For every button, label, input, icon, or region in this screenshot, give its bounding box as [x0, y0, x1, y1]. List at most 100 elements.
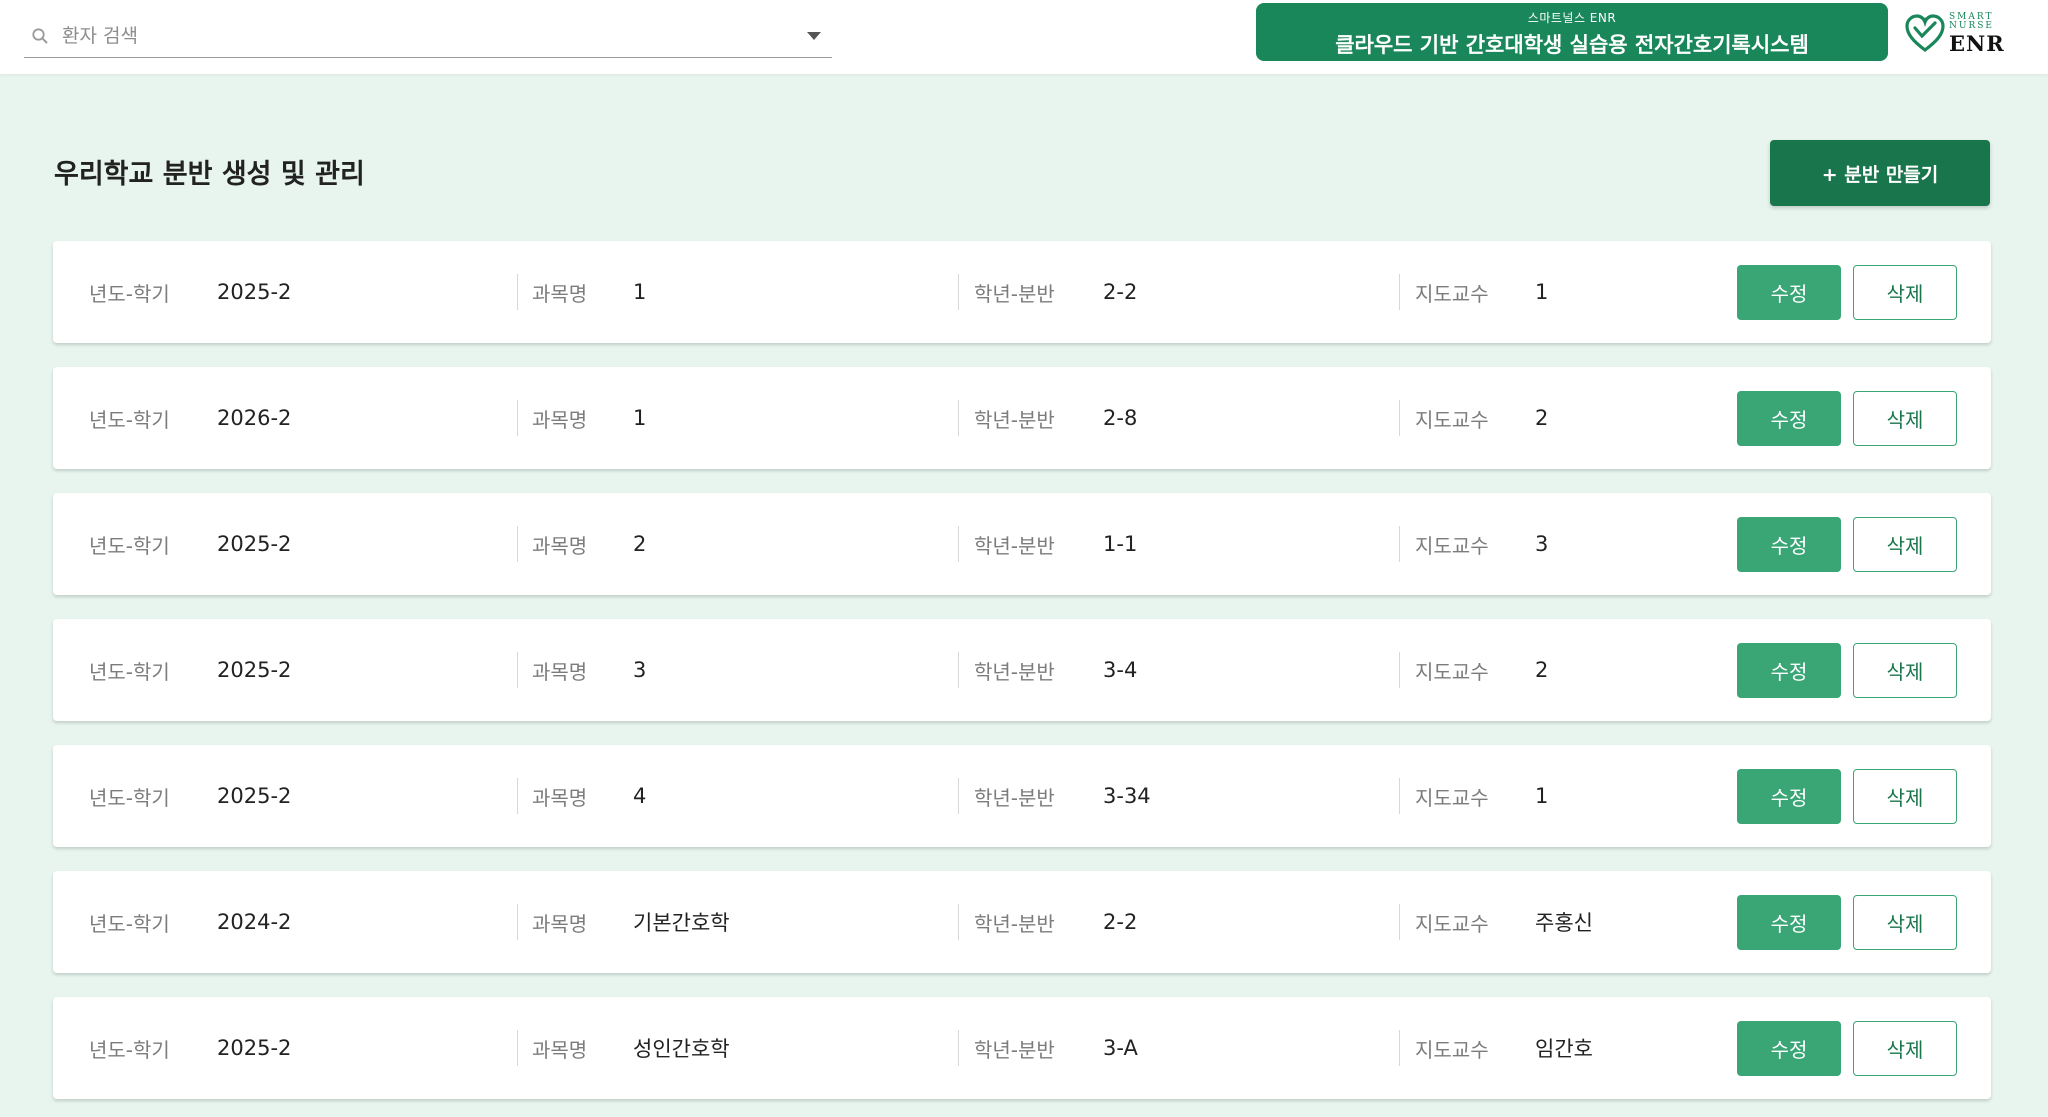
divider — [1399, 400, 1400, 436]
delete-button[interactable]: 삭제 — [1853, 517, 1957, 572]
subject-value: 1 — [633, 406, 647, 430]
divider — [958, 274, 959, 310]
professor-label: 지도교수 — [1415, 1037, 1489, 1062]
grade-value: 3-A — [1103, 1036, 1138, 1060]
term-label: 년도-학기 — [89, 785, 170, 810]
grade-label: 학년-분반 — [974, 407, 1055, 432]
term-label: 년도-학기 — [89, 407, 170, 432]
edit-button[interactable]: 수정 — [1737, 643, 1841, 698]
divider — [958, 778, 959, 814]
divider — [517, 526, 518, 562]
banner-subtitle: 스마트널스 ENR — [1527, 11, 1617, 25]
professor-value: 2 — [1535, 406, 1549, 430]
patient-search[interactable] — [24, 14, 832, 58]
subject-label: 과목명 — [532, 911, 588, 936]
term-value: 2025-2 — [217, 280, 292, 304]
divider — [517, 652, 518, 688]
professor-value: 2 — [1535, 658, 1549, 682]
grade-value: 3-4 — [1103, 658, 1138, 682]
term-value: 2025-2 — [217, 784, 292, 808]
subject-value: 4 — [633, 784, 647, 808]
professor-label: 지도교수 — [1415, 407, 1489, 432]
professor-label: 지도교수 — [1415, 785, 1489, 810]
divider — [1399, 526, 1400, 562]
page-title: 우리학교 분반 생성 및 관리 — [54, 159, 365, 190]
term-value: 2025-2 — [217, 658, 292, 682]
delete-button[interactable]: 삭제 — [1853, 769, 1957, 824]
term-label: 년도-학기 — [89, 911, 170, 936]
term-value: 2024-2 — [217, 910, 292, 934]
search-icon — [26, 22, 54, 50]
edit-button[interactable]: 수정 — [1737, 769, 1841, 824]
divider — [1399, 778, 1400, 814]
grade-label: 학년-분반 — [974, 659, 1055, 684]
subject-value: 기본간호학 — [633, 911, 730, 935]
term-label: 년도-학기 — [89, 1037, 170, 1062]
grade-label: 학년-분반 — [974, 533, 1055, 558]
top-bar: 스마트널스 ENR 클라우드 기반 간호대학생 실습용 전자간호기록시스템 SM… — [0, 0, 2048, 74]
class-row: 년도-학기 2025-2 과목명 3 학년-분반 3-4 지도교수 2 수정 삭… — [53, 619, 1991, 721]
term-label: 년도-학기 — [89, 659, 170, 684]
divider — [517, 1030, 518, 1066]
divider — [1399, 274, 1400, 310]
divider — [958, 1030, 959, 1066]
class-row: 년도-학기 2026-2 과목명 1 학년-분반 2-8 지도교수 2 수정 삭… — [53, 367, 1991, 469]
term-label: 년도-학기 — [89, 281, 170, 306]
subject-label: 과목명 — [532, 659, 588, 684]
heart-logo-icon — [1905, 14, 1945, 53]
class-list: 년도-학기 2025-2 과목명 1 학년-분반 2-2 지도교수 1 수정 삭… — [53, 241, 1991, 1117]
class-row: 년도-학기 2025-2 과목명 성인간호학 학년-분반 3-A 지도교수 임간… — [53, 997, 1991, 1099]
divider — [517, 904, 518, 940]
delete-button[interactable]: 삭제 — [1853, 391, 1957, 446]
delete-button[interactable]: 삭제 — [1853, 1021, 1957, 1076]
class-row: 년도-학기 2025-2 과목명 1 학년-분반 2-2 지도교수 1 수정 삭… — [53, 241, 1991, 343]
delete-button[interactable]: 삭제 — [1853, 895, 1957, 950]
divider — [958, 652, 959, 688]
edit-button[interactable]: 수정 — [1737, 895, 1841, 950]
professor-value: 1 — [1535, 280, 1549, 304]
term-value: 2025-2 — [217, 532, 292, 556]
professor-label: 지도교수 — [1415, 281, 1489, 306]
divider — [1399, 1030, 1400, 1066]
class-row: 년도-학기 2025-2 과목명 4 학년-분반 3-34 지도교수 1 수정 … — [53, 745, 1991, 847]
subject-value: 성인간호학 — [633, 1037, 730, 1061]
grade-label: 학년-분반 — [974, 281, 1055, 306]
subject-label: 과목명 — [532, 407, 588, 432]
professor-label: 지도교수 — [1415, 533, 1489, 558]
professor-value: 1 — [1535, 784, 1549, 808]
divider — [517, 778, 518, 814]
divider — [958, 904, 959, 940]
term-label: 년도-학기 — [89, 533, 170, 558]
divider — [958, 526, 959, 562]
search-input[interactable] — [54, 15, 796, 56]
grade-value: 3-34 — [1103, 784, 1151, 808]
edit-button[interactable]: 수정 — [1737, 517, 1841, 572]
delete-button[interactable]: 삭제 — [1853, 643, 1957, 698]
subject-label: 과목명 — [532, 281, 588, 306]
divider — [517, 274, 518, 310]
chevron-down-icon[interactable] — [796, 16, 832, 56]
professor-value: 임간호 — [1535, 1037, 1593, 1061]
delete-button[interactable]: 삭제 — [1853, 265, 1957, 320]
professor-value: 주홍신 — [1535, 911, 1593, 935]
grade-label: 학년-분반 — [974, 1037, 1055, 1062]
edit-button[interactable]: 수정 — [1737, 391, 1841, 446]
professor-label: 지도교수 — [1415, 659, 1489, 684]
grade-value: 2-8 — [1103, 406, 1138, 430]
subject-value: 1 — [633, 280, 647, 304]
divider — [1399, 904, 1400, 940]
subject-value: 3 — [633, 658, 647, 682]
logo-wordmark: ENR — [1949, 30, 2005, 56]
edit-button[interactable]: 수정 — [1737, 265, 1841, 320]
smart-nurse-logo[interactable]: SMART NURSE ENR — [1903, 8, 2013, 58]
subject-label: 과목명 — [532, 533, 588, 558]
term-value: 2025-2 — [217, 1036, 292, 1060]
class-row: 년도-학기 2025-2 과목명 2 학년-분반 1-1 지도교수 3 수정 삭… — [53, 493, 1991, 595]
edit-button[interactable]: 수정 — [1737, 1021, 1841, 1076]
banner-title: 클라우드 기반 간호대학생 실습용 전자간호기록시스템 — [1335, 33, 1809, 57]
logo-line2: NURSE — [1949, 20, 1994, 31]
subject-value: 2 — [633, 532, 647, 556]
grade-value: 1-1 — [1103, 532, 1138, 556]
create-class-button[interactable]: + 분반 만들기 — [1770, 140, 1990, 206]
divider — [958, 400, 959, 436]
